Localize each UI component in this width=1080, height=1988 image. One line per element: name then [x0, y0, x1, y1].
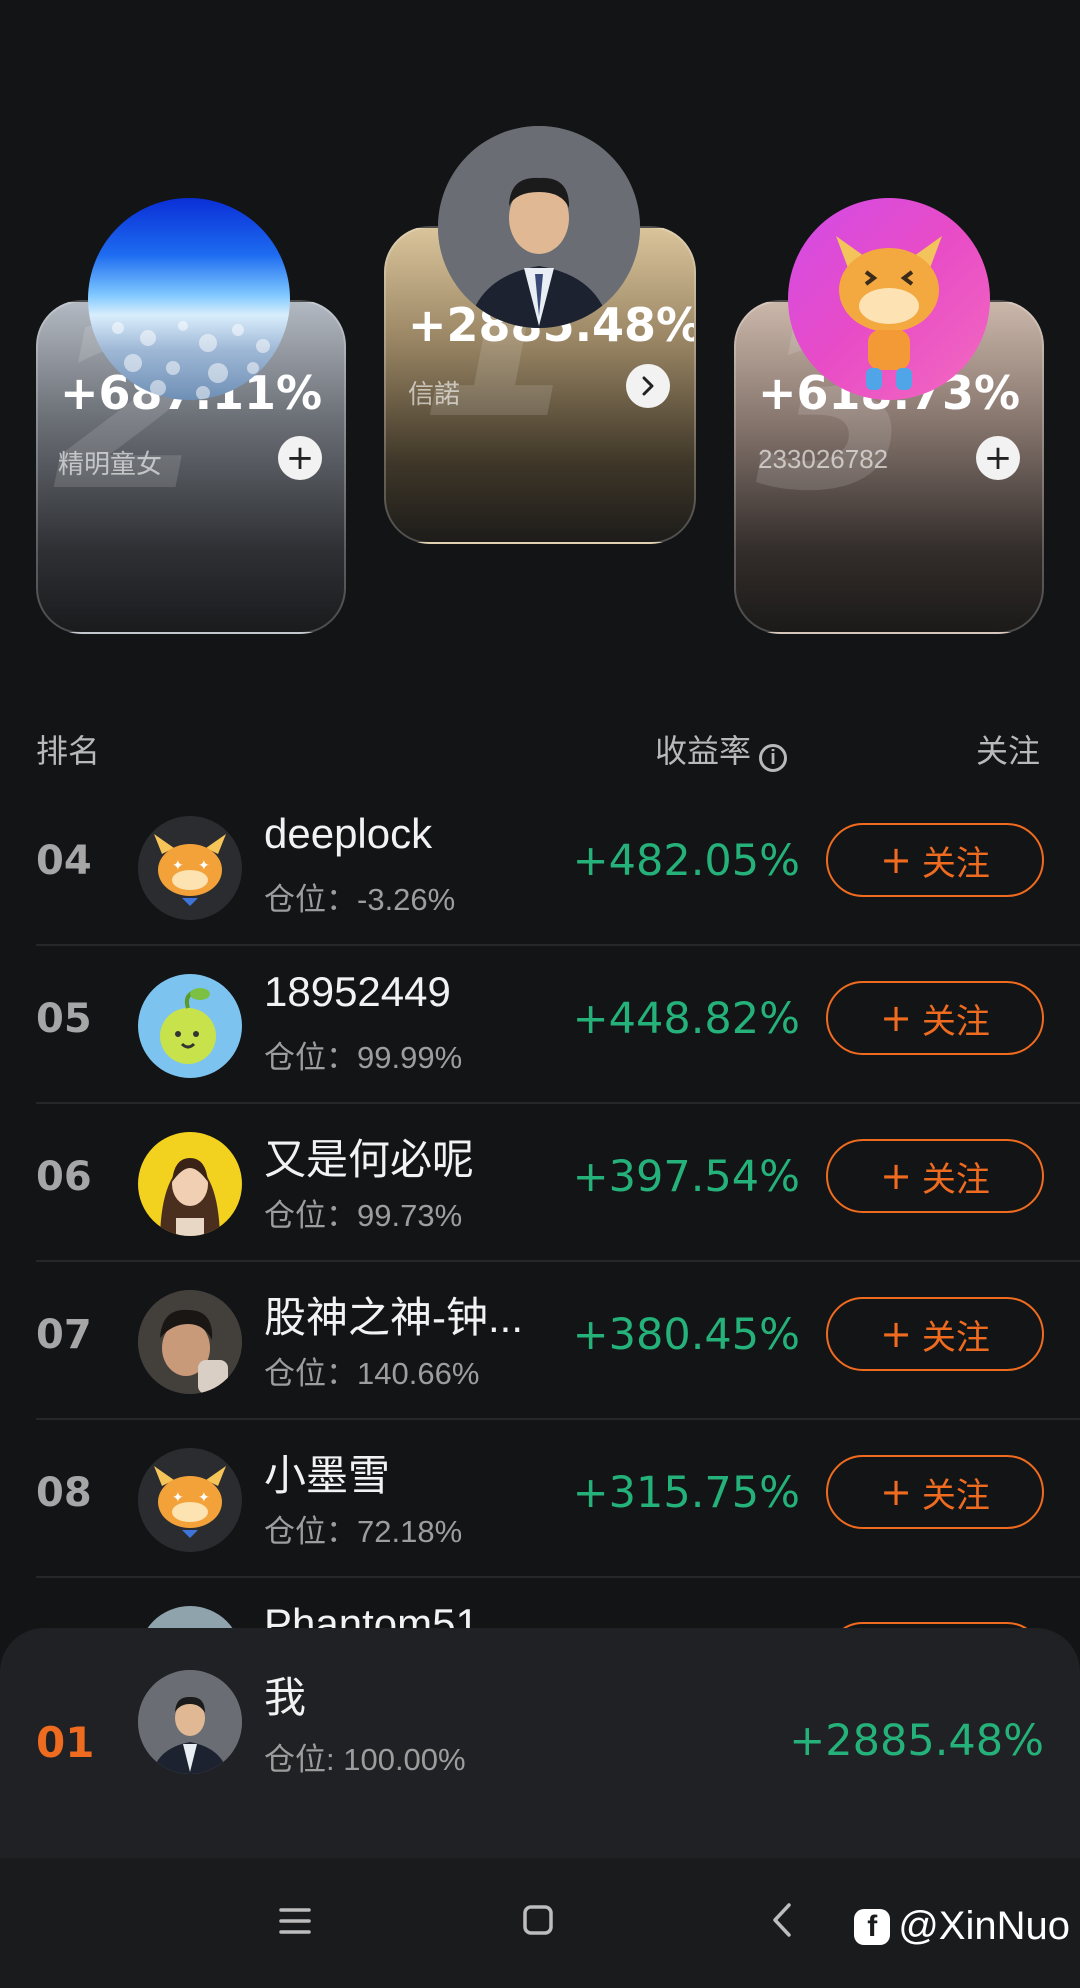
avatar[interactable]: [788, 198, 990, 400]
position-text: 仓位：72.18%: [264, 1514, 463, 1549]
sky-clouds-image: [112, 321, 270, 400]
woman-portrait-image: [160, 1158, 220, 1236]
my-return-rate: +2885.48%: [789, 1716, 1044, 1766]
my-rank-number: 01: [36, 1718, 95, 1767]
person-in-suit-image: [438, 126, 640, 328]
info-icon[interactable]: i: [759, 744, 788, 772]
plus-icon: +: [880, 996, 912, 1040]
table-row[interactable]: 08 ✦ ✦ 小墨雪 仓位：72.18% +315.75% + 关注: [36, 1420, 1080, 1578]
user-name[interactable]: 小墨雪: [264, 1442, 390, 1503]
home-icon[interactable]: [522, 1904, 554, 1941]
back-icon[interactable]: [770, 1902, 794, 1943]
user-name[interactable]: 股神之神-钟...: [264, 1284, 523, 1345]
table-row[interactable]: 04 ✦ ✦ deeplock 仓位：-3.26% +482.05% + 关注: [36, 788, 1080, 946]
person-in-suit-image: [138, 1670, 242, 1774]
plus-icon: +: [880, 1154, 912, 1198]
column-header-return-rate[interactable]: 收益率 i: [655, 726, 788, 772]
rank-number: 04: [36, 838, 92, 884]
watermark-text: @XinNuo: [898, 1904, 1070, 1948]
rank-number: 08: [36, 1470, 92, 1516]
chevron-right-icon: [642, 376, 654, 396]
plus-icon: +: [983, 438, 1013, 478]
table-row[interactable]: 07 股神之神-钟... 仓位：140.66% +380.45% + 关注: [36, 1262, 1080, 1420]
podium-user-name: 信諾: [408, 379, 461, 409]
bull-face-icon: ✦ ✦: [154, 834, 226, 906]
user-name[interactable]: 18952449: [264, 968, 451, 1016]
return-rate-label: 收益率: [655, 733, 752, 769]
profile-button[interactable]: [626, 364, 670, 408]
follow-label: 关注: [921, 1318, 990, 1357]
svg-text:✦: ✦: [172, 858, 184, 874]
avatar[interactable]: [138, 1290, 242, 1394]
return-rate: +315.75%: [572, 1468, 800, 1518]
follow-label: 关注: [921, 1476, 990, 1515]
avatar[interactable]: ✦ ✦: [138, 1448, 242, 1552]
bull-face-icon: ✦ ✦: [154, 1466, 226, 1538]
avatar[interactable]: [438, 126, 640, 328]
rank-number: 07: [36, 1312, 92, 1358]
column-header-rank: 排名: [36, 733, 101, 769]
return-rate: +380.45%: [572, 1310, 800, 1360]
table-row[interactable]: 06 又是何必呢 仓位：99.73% +397.54% + 关注: [36, 1104, 1080, 1262]
follow-label: 关注: [921, 1160, 990, 1199]
svg-text:✦: ✦: [172, 1490, 184, 1506]
green-sprout-icon: [160, 988, 216, 1064]
cartoon-bull-mascot-image: [836, 236, 942, 390]
avatar[interactable]: ✦ ✦: [138, 816, 242, 920]
plus-icon: +: [880, 1312, 912, 1356]
follow-button[interactable]: + 关注: [826, 1139, 1044, 1213]
facebook-logo-icon: f: [854, 1908, 891, 1945]
position-text: 仓位：99.73%: [264, 1198, 463, 1233]
podium-user-name: 精明童女: [58, 449, 163, 479]
menu-icon[interactable]: [278, 1904, 312, 1943]
my-user-name: 我: [264, 1674, 307, 1721]
user-name[interactable]: deeplock: [264, 810, 432, 858]
return-rate: +397.54%: [572, 1152, 800, 1202]
my-avatar[interactable]: [138, 1670, 242, 1774]
avatar[interactable]: [88, 198, 290, 400]
column-header-follow: 关注: [976, 733, 1041, 769]
plus-icon: +: [880, 1470, 912, 1514]
plus-icon: +: [285, 438, 315, 478]
podium-user-name: 233026782: [758, 444, 889, 474]
man-portrait-image: [138, 1290, 242, 1394]
my-rank-panel: 01 我 仓位: 100.00% +2885.48%: [0, 1628, 1080, 1858]
watermark: f @XinNuo: [854, 1904, 1070, 1949]
follow-button[interactable]: + 关注: [826, 981, 1044, 1055]
rank-number: 05: [36, 996, 92, 1042]
follow-button[interactable]: + 关注: [826, 1297, 1044, 1371]
follow-button[interactable]: + 关注: [826, 1455, 1044, 1529]
follow-label: 关注: [921, 1002, 990, 1041]
user-name[interactable]: 又是何必呢: [264, 1126, 474, 1187]
return-rate: +482.05%: [572, 836, 800, 886]
avatar[interactable]: [138, 1132, 242, 1236]
table-row[interactable]: 05 18952449 仓位：99.99% +448.82% + 关注: [36, 946, 1080, 1104]
add-follow-button[interactable]: +: [976, 436, 1020, 480]
svg-text:✦: ✦: [198, 858, 210, 874]
plus-icon: +: [880, 838, 912, 882]
svg-text:✦: ✦: [198, 1490, 210, 1506]
add-follow-button[interactable]: +: [278, 436, 322, 480]
follow-label: 关注: [921, 844, 990, 883]
my-position-text: 仓位: 100.00%: [264, 1742, 466, 1777]
follow-button[interactable]: + 关注: [826, 823, 1044, 897]
position-text: 仓位：140.66%: [264, 1356, 480, 1391]
rank-number: 06: [36, 1154, 92, 1200]
return-rate: +448.82%: [572, 994, 800, 1044]
position-text: 仓位：-3.26%: [264, 882, 456, 917]
avatar[interactable]: [138, 974, 242, 1078]
position-text: 仓位：99.99%: [264, 1040, 463, 1075]
